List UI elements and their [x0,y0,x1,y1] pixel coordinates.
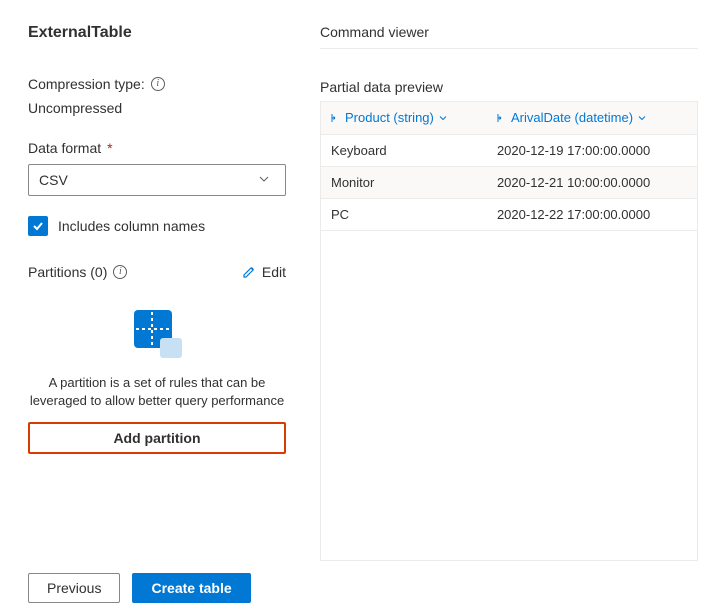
column-header-arrivaldate-text: ArivalDate (datetime) [511,110,633,125]
data-preview-table: Product (string) ArivalDate (datetime) [320,101,698,231]
previous-button[interactable]: Previous [28,573,120,603]
edit-label: Edit [262,264,286,280]
cell-product: Monitor [321,166,487,198]
table-empty-area [320,231,698,561]
compression-value: Uncompressed [28,100,280,116]
footer-buttons: Previous Create table [28,555,280,603]
info-icon[interactable]: i [113,265,127,279]
data-format-select[interactable]: CSV [28,164,286,196]
page-title: ExternalTable [28,24,280,42]
table-row[interactable]: Monitor 2020-12-21 10:00:00.0000 [321,166,698,198]
cell-date: 2020-12-21 10:00:00.0000 [487,166,698,198]
add-partition-button[interactable]: Add partition [28,422,286,454]
expand-icon [331,113,341,123]
cell-date: 2020-12-19 17:00:00.0000 [487,134,698,166]
compression-label-text: Compression type: [28,76,145,92]
edit-partitions-button[interactable]: Edit [242,264,286,280]
chevron-down-icon [438,113,448,123]
data-format-value: CSV [39,172,68,188]
command-viewer-header[interactable]: Command viewer [320,24,698,49]
partitions-label: Partitions (0) i [28,264,127,280]
table-row[interactable]: PC 2020-12-22 17:00:00.0000 [321,198,698,230]
data-format-label-text: Data format [28,140,101,156]
partition-description: A partition is a set of rules that can b… [28,374,286,410]
table-row[interactable]: Keyboard 2020-12-19 17:00:00.0000 [321,134,698,166]
column-header-product-text: Product (string) [345,110,434,125]
preview-panel: Command viewer Partial data preview Prod… [300,0,710,615]
info-icon[interactable]: i [151,77,165,91]
chevron-down-icon [637,113,647,123]
cell-product: Keyboard [321,134,487,166]
partition-illustration-icon [130,310,184,360]
config-panel: ExternalTable Compression type: i Uncomp… [0,0,300,615]
pencil-icon [242,265,256,279]
preview-title: Partial data preview [320,79,698,95]
expand-icon [497,113,507,123]
create-table-button[interactable]: Create table [132,573,250,603]
required-asterisk: * [107,140,112,156]
cell-product: PC [321,198,487,230]
includes-column-names-label: Includes column names [58,218,205,234]
column-header-product[interactable]: Product (string) [321,102,487,135]
cell-date: 2020-12-22 17:00:00.0000 [487,198,698,230]
includes-column-names-checkbox[interactable] [28,216,48,236]
compression-label: Compression type: i [28,76,280,92]
partitions-label-text: Partitions (0) [28,264,107,280]
data-format-label: Data format * [28,140,280,156]
column-header-arrivaldate[interactable]: ArivalDate (datetime) [487,102,698,135]
